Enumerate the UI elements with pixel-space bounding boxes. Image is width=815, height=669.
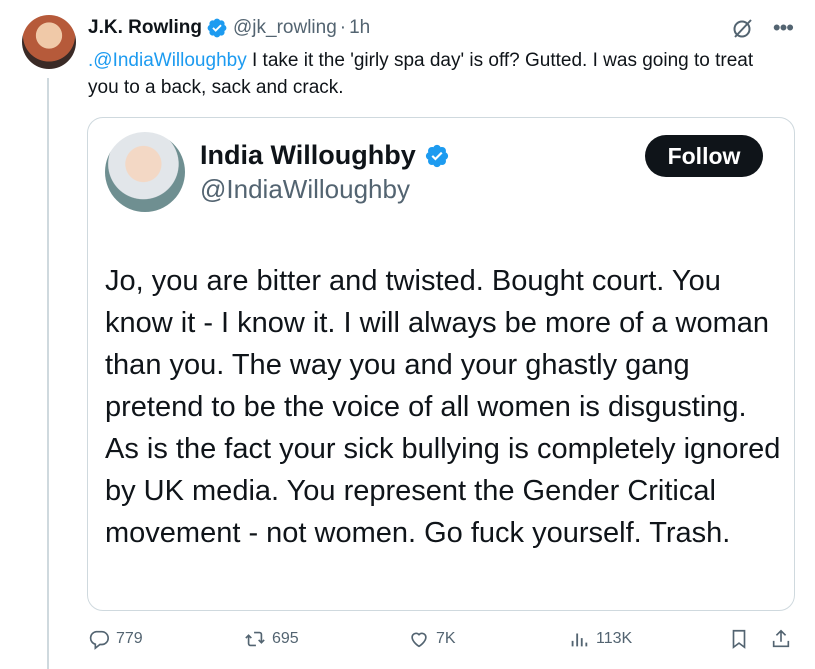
- separator: ·: [339, 17, 347, 38]
- author-handle[interactable]: @jk_rowling: [233, 17, 337, 39]
- author-avatar[interactable]: [22, 15, 76, 69]
- like-button[interactable]: 7K: [408, 624, 456, 654]
- more-icon[interactable]: •••: [773, 17, 794, 39]
- views-button[interactable]: 113K: [568, 624, 632, 654]
- quoted-author-handle[interactable]: @IndiaWilloughby: [200, 174, 410, 205]
- reply-count: 779: [116, 630, 143, 647]
- action-bar: 779 695 7K 113K: [88, 624, 798, 654]
- repost-count: 695: [272, 630, 299, 647]
- views-icon: [571, 633, 588, 647]
- tweet-text: .@IndiaWilloughby I take it the 'girly s…: [88, 47, 788, 101]
- quoted-author-avatar[interactable]: [105, 132, 185, 212]
- verified-badge-icon: [425, 144, 448, 167]
- bookmark-button[interactable]: [728, 624, 750, 654]
- repost-button[interactable]: 695: [244, 624, 299, 654]
- quoted-post-card[interactable]: India Willoughby @IndiaWilloughby Follow…: [87, 117, 795, 611]
- author-name[interactable]: J.K. Rowling: [88, 17, 202, 39]
- share-icon: [772, 629, 790, 648]
- quoted-author-name-row: India Willoughby: [200, 140, 450, 171]
- verified-badge-icon: [207, 18, 227, 38]
- reply-button[interactable]: 779: [88, 624, 143, 654]
- quoted-post-text: Jo, you are bitter and twisted. Bought c…: [105, 265, 781, 549]
- views-count: 113K: [596, 630, 633, 647]
- mention-link[interactable]: .@IndiaWilloughby: [88, 50, 247, 71]
- like-count: 7K: [436, 630, 456, 647]
- share-button[interactable]: [770, 624, 792, 654]
- reply-icon: [89, 630, 109, 650]
- thread-line: [47, 78, 49, 669]
- quoted-author-name[interactable]: India Willoughby: [200, 140, 416, 171]
- like-icon: [411, 632, 427, 648]
- tweet-top-icons: •••: [731, 16, 794, 40]
- grok-icon[interactable]: [731, 16, 755, 40]
- follow-button[interactable]: Follow: [645, 135, 763, 177]
- bookmark-icon: [732, 629, 746, 649]
- repost-icon: [245, 631, 265, 647]
- tweet-header: J.K. Rowling @jk_rowling · 1h: [88, 14, 370, 42]
- timestamp[interactable]: 1h: [349, 17, 370, 39]
